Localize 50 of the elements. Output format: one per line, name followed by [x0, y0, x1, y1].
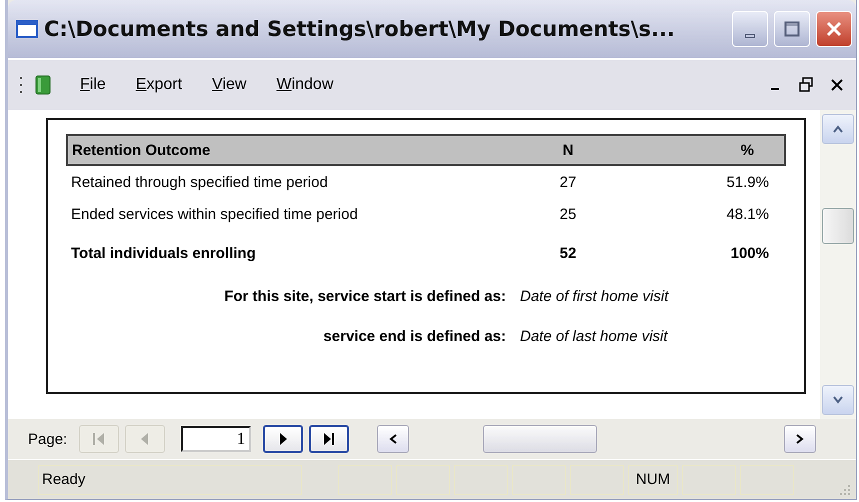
chevron-left-icon	[389, 433, 398, 445]
scroll-up-button[interactable]	[822, 114, 854, 144]
scroll-thumb[interactable]	[822, 208, 854, 244]
chevron-down-icon	[832, 396, 844, 404]
page-number-field[interactable]: 1	[181, 426, 252, 452]
table-cell-text: 25	[558, 204, 578, 224]
restore-icon[interactable]	[798, 77, 814, 93]
book-icon	[34, 75, 52, 95]
minimize-icon	[745, 34, 755, 38]
scroll-left-button[interactable]	[377, 425, 410, 453]
status-text: Ready	[38, 464, 302, 494]
scroll-down-button[interactable]	[822, 385, 854, 415]
table-cell-text: 100%	[730, 244, 770, 264]
definition-value: Date of last home visit	[520, 328, 668, 344]
table-cell-text: 52	[558, 244, 578, 264]
horizontal-scrollbar[interactable]	[377, 425, 816, 453]
table-cell-text: 48.1%	[725, 204, 770, 224]
definition-value: Date of first home visit	[520, 288, 668, 304]
close-icon[interactable]	[830, 78, 844, 92]
num-lock-indicator: NUM	[628, 464, 678, 494]
column-header: Retention Outcome	[67, 135, 512, 165]
table-cell: 27	[512, 165, 624, 198]
column-header: N	[512, 135, 624, 165]
menu-item[interactable]: View	[212, 76, 246, 94]
grip-icon	[18, 75, 24, 95]
definition-label: service end is defined as:	[322, 328, 507, 344]
menu-item[interactable]: Window	[276, 76, 334, 94]
window-icon	[16, 20, 38, 38]
resize-grip-icon[interactable]	[838, 483, 852, 497]
table-cell-text: Total individuals enrolling	[70, 244, 257, 264]
menu-item[interactable]: File	[80, 76, 106, 94]
scroll-thumb[interactable]	[483, 425, 598, 453]
column-header: %	[624, 135, 785, 165]
table-cell: Retained through specified time period	[67, 165, 512, 198]
table-cell: 51.9%	[624, 165, 785, 198]
table-cell-text: Ended services within specified time period	[70, 204, 359, 224]
maximize-icon	[784, 21, 800, 37]
chevron-up-icon	[832, 125, 844, 133]
window-title: C:\Documents and Settings\robert\My Documents\s...	[44, 17, 676, 41]
close-icon	[826, 21, 842, 37]
scroll-right-button[interactable]	[784, 425, 816, 453]
menu-item[interactable]: Export	[136, 76, 182, 94]
chevron-right-icon	[796, 433, 804, 445]
maximize-button[interactable]	[774, 11, 810, 47]
page-label: Page:	[28, 430, 68, 448]
next-page-button[interactable]	[263, 425, 304, 453]
definition-label: For this site, service start is defined as:	[223, 288, 507, 304]
last-page-button[interactable]	[309, 425, 350, 453]
close-button[interactable]	[816, 11, 852, 47]
vertical-scrollbar[interactable]	[820, 110, 856, 419]
